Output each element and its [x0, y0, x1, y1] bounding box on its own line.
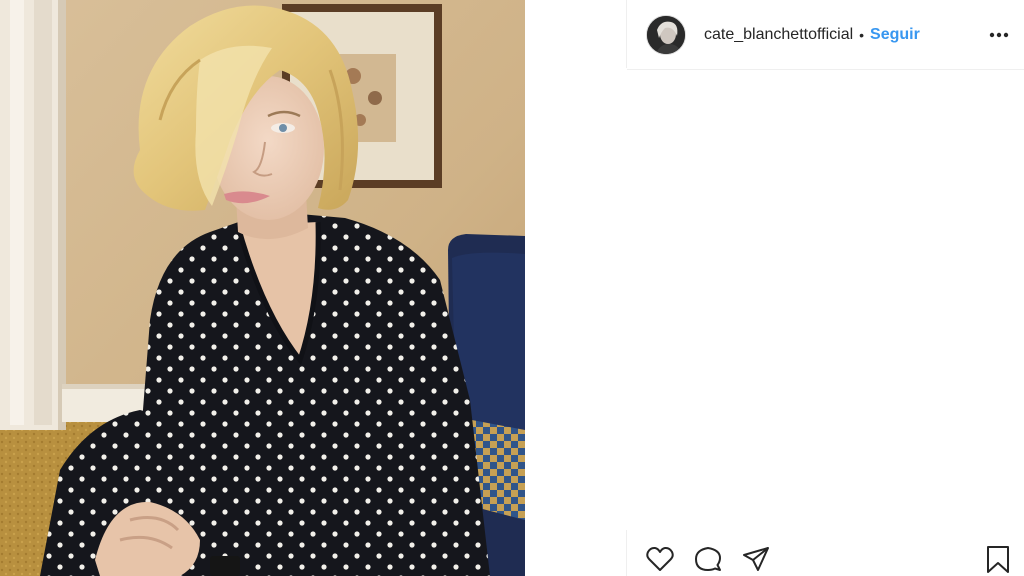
username-link[interactable]: cate_blanchettofficial [704, 26, 853, 44]
follow-button[interactable]: Seguir [870, 26, 920, 44]
share-button[interactable] [741, 544, 771, 574]
like-button[interactable] [645, 544, 675, 574]
comment-icon [695, 547, 721, 571]
paper-plane-icon [743, 547, 769, 571]
heart-icon [646, 546, 674, 571]
avatar[interactable] [646, 14, 686, 55]
post-image [0, 0, 525, 576]
post-header: cate_blanchettofficial • Seguir [627, 0, 1024, 70]
post-photo[interactable] [0, 0, 525, 576]
separator-dot: • [859, 26, 865, 43]
action-bar [627, 538, 1024, 576]
save-button[interactable] [983, 544, 1013, 574]
more-options-button[interactable] [988, 24, 1010, 46]
comment-button[interactable] [693, 544, 723, 574]
more-options-icon [989, 32, 1009, 38]
avatar-image [647, 15, 685, 54]
bookmark-icon [987, 546, 1009, 573]
